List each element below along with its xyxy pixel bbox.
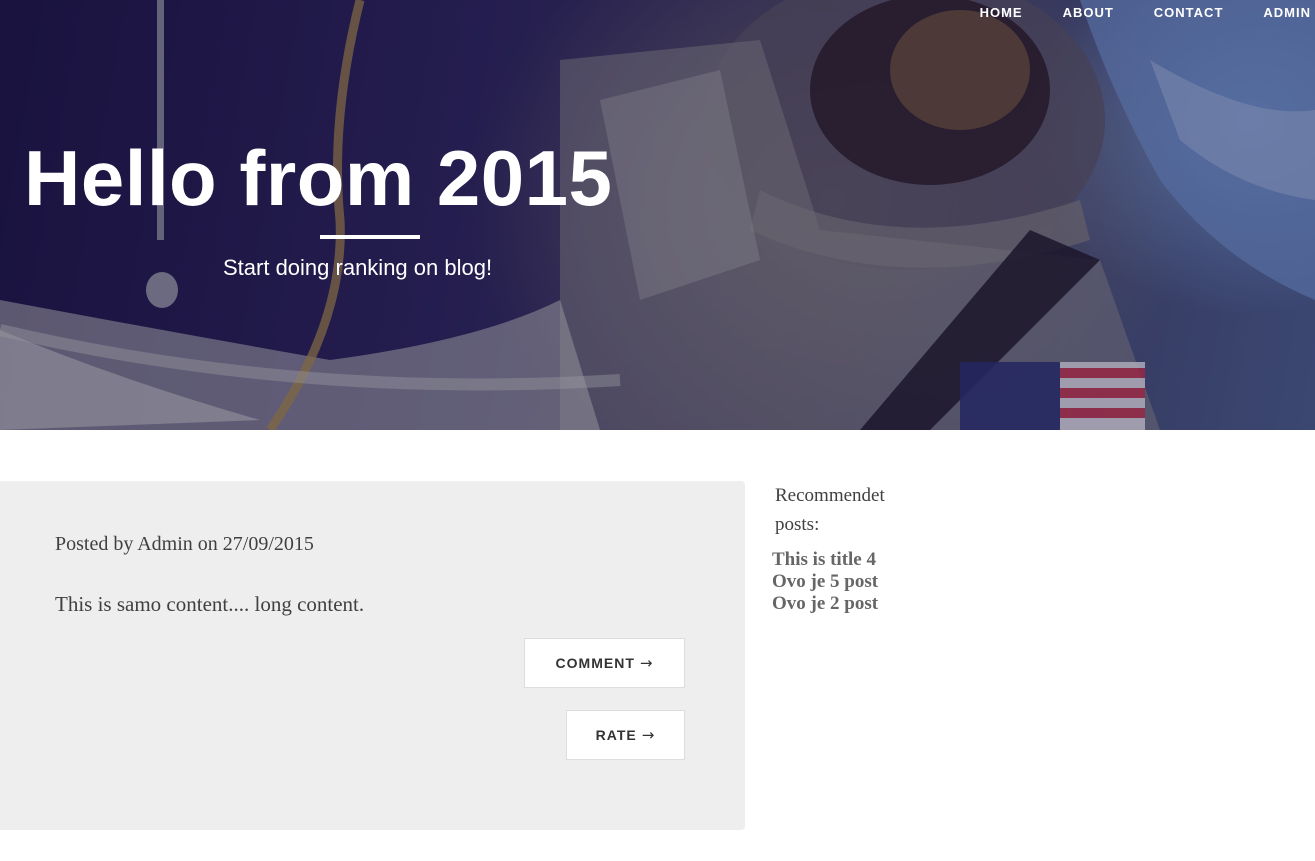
top-navigation: HOME ABOUT CONTACT ADMIN — [960, 5, 1315, 21]
recommended-posts-list: This is title 4 Ovo je 5 post Ovo je 2 p… — [772, 549, 972, 615]
recommended-post-link[interactable]: Ovo je 5 post — [772, 571, 972, 593]
page-title: Hello from 2015 — [24, 134, 613, 222]
recommended-post-link[interactable]: This is title 4 — [772, 549, 972, 571]
rate-button-label: RATE — [595, 727, 637, 743]
recommended-post-link[interactable]: Ovo je 2 post — [772, 593, 972, 615]
title-divider — [320, 235, 420, 239]
nav-about-link[interactable]: ABOUT — [1043, 5, 1134, 21]
hero-header: HOME ABOUT CONTACT ADMIN Hello from 2015… — [0, 0, 1315, 430]
page-subtitle: Start doing ranking on blog! — [223, 255, 493, 280]
sidebar-heading: Recommendet posts: — [775, 485, 885, 535]
post-meta: Posted by Admin on 27/09/2015 — [55, 533, 314, 555]
nav-home-link[interactable]: HOME — [960, 5, 1043, 21]
sidebar-recommended: Recommendet posts: This is title 4 Ovo j… — [772, 481, 972, 615]
nav-admin-link[interactable]: ADMIN — [1243, 5, 1315, 21]
comment-button[interactable]: COMMENT → — [524, 638, 685, 688]
nav-contact-link[interactable]: CONTACT — [1134, 5, 1244, 21]
post-card: Posted by Admin on 27/09/2015 This is sa… — [0, 481, 745, 830]
arrow-right-icon: → — [639, 654, 654, 672]
rate-button[interactable]: RATE → — [566, 710, 685, 760]
comment-button-label: COMMENT — [555, 655, 635, 671]
post-content: This is samo content.... long content. — [55, 592, 365, 616]
arrow-right-icon: → — [641, 726, 656, 744]
